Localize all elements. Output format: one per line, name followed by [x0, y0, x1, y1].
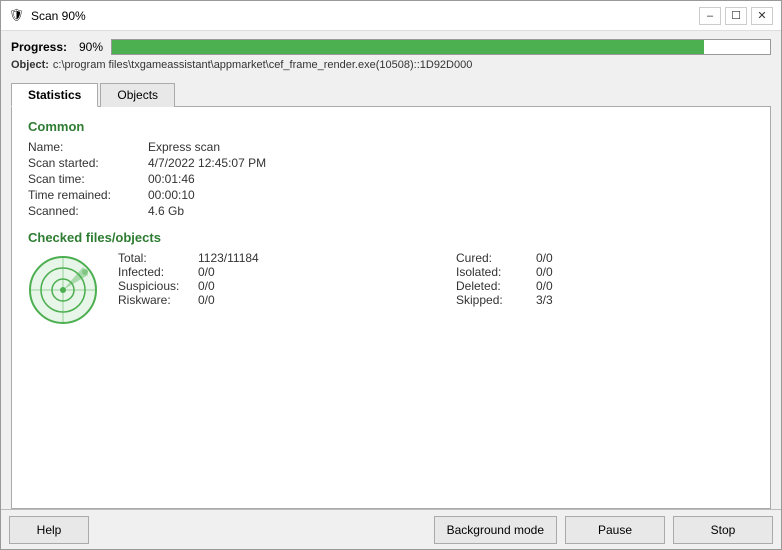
- stat-key-isolated: Isolated:: [456, 265, 536, 279]
- radar-area: Total: 1123/11184 Infected: 0/0 Suspicio…: [28, 251, 754, 328]
- stat-key-riskware: Riskware:: [118, 293, 198, 307]
- info-key-name: Name:: [28, 140, 148, 154]
- stat-value-total: 1123/11184: [198, 251, 259, 265]
- minimize-button[interactable]: –: [699, 7, 721, 25]
- checked-section-title: Checked files/objects: [28, 230, 754, 245]
- progress-row: Progress: 90%: [11, 39, 771, 55]
- progress-bar-fill: [112, 40, 704, 54]
- help-button[interactable]: Help: [9, 516, 89, 544]
- stat-key-deleted: Deleted:: [456, 279, 536, 293]
- stat-row-infected: Infected: 0/0: [118, 265, 416, 279]
- info-row-scan-started: Scan started: 4/7/2022 12:45:07 PM: [28, 156, 754, 170]
- stat-value-skipped: 3/3: [536, 293, 553, 307]
- tab-objects[interactable]: Objects: [100, 83, 175, 107]
- common-info-table: Name: Express scan Scan started: 4/7/202…: [28, 140, 754, 218]
- stat-value-deleted: 0/0: [536, 279, 553, 293]
- stat-value-riskware: 0/0: [198, 293, 215, 307]
- progress-section: Progress: 90% Object: c:\program files\tx…: [1, 31, 781, 77]
- info-value-time-remained: 00:00:10: [148, 188, 195, 202]
- window-title: Scan 90%: [31, 9, 699, 23]
- title-bar-controls: – ☐ ✕: [699, 7, 773, 25]
- stat-key-suspicious: Suspicious:: [118, 279, 198, 293]
- stat-value-isolated: 0/0: [536, 265, 553, 279]
- stat-row-skipped: Skipped: 3/3: [456, 293, 754, 307]
- progress-value: 90%: [79, 40, 103, 54]
- radar-icon: [28, 255, 98, 328]
- info-key-scan-time: Scan time:: [28, 172, 148, 186]
- app-icon: 🛡: [9, 8, 25, 24]
- progress-label: Progress:: [11, 40, 71, 54]
- info-value-scan-time: 00:01:46: [148, 172, 195, 186]
- stat-key-skipped: Skipped:: [456, 293, 536, 307]
- object-label: Object:: [11, 59, 49, 71]
- background-mode-button[interactable]: Background mode: [434, 516, 557, 544]
- object-row: Object: c:\program files\txgameassistant\…: [11, 59, 771, 73]
- stat-row-cured: Cured: 0/0: [456, 251, 754, 265]
- stats-right-col: Cured: 0/0 Isolated: 0/0 Deleted: 0/0: [456, 251, 754, 307]
- info-row-name: Name: Express scan: [28, 140, 754, 154]
- info-value-name: Express scan: [148, 140, 220, 154]
- title-bar: 🛡 Scan 90% – ☐ ✕: [1, 1, 781, 31]
- common-section-title: Common: [28, 119, 754, 134]
- stat-key-infected: Infected:: [118, 265, 198, 279]
- info-value-scan-started: 4/7/2022 12:45:07 PM: [148, 156, 266, 170]
- main-window: 🛡 Scan 90% – ☐ ✕ Progress: 90% Object: c:…: [0, 0, 782, 550]
- progress-bar-container: [111, 39, 771, 55]
- stat-key-cured: Cured:: [456, 251, 536, 265]
- info-row-time-remained: Time remained: 00:00:10: [28, 188, 754, 202]
- info-key-time-remained: Time remained:: [28, 188, 148, 202]
- stat-row-total: Total: 1123/11184: [118, 251, 416, 265]
- stat-value-cured: 0/0: [536, 251, 553, 265]
- stat-row-riskware: Riskware: 0/0: [118, 293, 416, 307]
- stat-value-suspicious: 0/0: [198, 279, 215, 293]
- tabs-container: Statistics Objects: [11, 83, 771, 107]
- stat-key-total: Total:: [118, 251, 198, 265]
- info-key-scanned: Scanned:: [28, 204, 148, 218]
- stat-row-suspicious: Suspicious: 0/0: [118, 279, 416, 293]
- info-key-scan-started: Scan started:: [28, 156, 148, 170]
- object-value: c:\program files\txgameassistant\appmark…: [53, 59, 472, 71]
- stat-value-infected: 0/0: [198, 265, 215, 279]
- stats-left-col: Total: 1123/11184 Infected: 0/0 Suspicio…: [118, 251, 416, 307]
- info-value-scanned: 4.6 Gb: [148, 204, 184, 218]
- close-button[interactable]: ✕: [751, 7, 773, 25]
- info-row-scanned: Scanned: 4.6 Gb: [28, 204, 754, 218]
- stats-content: Total: 1123/11184 Infected: 0/0 Suspicio…: [118, 251, 754, 307]
- stats-grid: Total: 1123/11184 Infected: 0/0 Suspicio…: [118, 251, 754, 307]
- bottom-bar: Help Background mode Pause Stop: [1, 509, 781, 549]
- tab-statistics[interactable]: Statistics: [11, 83, 98, 107]
- stop-button[interactable]: Stop: [673, 516, 773, 544]
- stat-row-isolated: Isolated: 0/0: [456, 265, 754, 279]
- content-panel: Common Name: Express scan Scan started: …: [11, 107, 771, 509]
- maximize-button[interactable]: ☐: [725, 7, 747, 25]
- stat-row-deleted: Deleted: 0/0: [456, 279, 754, 293]
- info-row-scan-time: Scan time: 00:01:46: [28, 172, 754, 186]
- pause-button[interactable]: Pause: [565, 516, 665, 544]
